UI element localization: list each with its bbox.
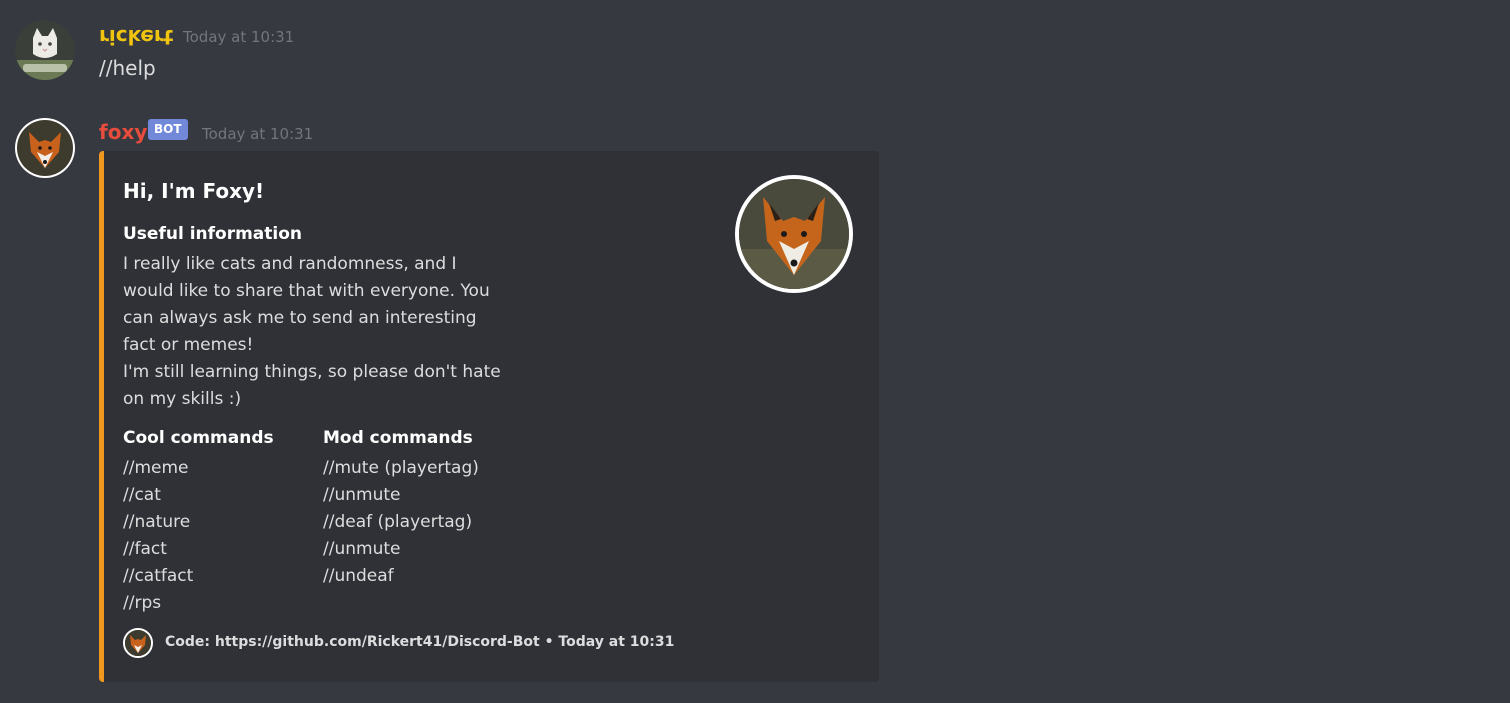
command-item: //undeaf	[323, 566, 394, 586]
description-line: on my skills :)	[123, 389, 242, 409]
description-line: fact or memes!	[123, 335, 254, 355]
command-item: //meme	[123, 458, 189, 478]
embed-title: Hi, I'm Foxy!	[123, 179, 265, 203]
username-foxy[interactable]: foxy	[99, 119, 147, 145]
field-mod-commands: Mod commands	[323, 428, 473, 448]
field-useful-information: Useful information	[123, 224, 303, 244]
fox-avatar[interactable]	[15, 118, 75, 178]
command-item: //deaf (playertag)	[323, 512, 473, 532]
cat-avatar[interactable]	[15, 20, 75, 80]
description-line: I'm still learning things, so please don…	[123, 362, 501, 382]
description-line: I really like cats and randomness, and I	[123, 254, 457, 274]
command-item: //rps	[123, 593, 162, 613]
message-timestamp: Today at 10:31	[183, 28, 295, 46]
command-item: //unmute	[323, 485, 401, 505]
command-item: //cat	[123, 485, 161, 505]
username-rickert[interactable]: rickert	[99, 24, 173, 50]
field-cool-commands: Cool commands	[123, 428, 274, 448]
description-line: can always ask me to send an interesting	[123, 308, 477, 328]
fox-thumbnail[interactable]	[735, 175, 853, 293]
command-item: //nature	[123, 512, 191, 532]
fox-footer-icon	[123, 628, 153, 658]
embed-footer: Code: https://github.com/Rickert41/Disco…	[165, 634, 675, 650]
description-line: would like to share that with everyone. …	[123, 281, 490, 301]
command-item: //mute (playertag)	[323, 458, 479, 478]
bot-badge: BOT	[148, 119, 188, 140]
message-content: //help	[99, 56, 156, 80]
command-item: //unmute	[323, 539, 401, 559]
command-item: //fact	[123, 539, 167, 559]
help-embed: Hi, I'm Foxy! Useful information I reall…	[99, 151, 879, 682]
command-item: //catfact	[123, 566, 194, 586]
message-timestamp: Today at 10:31	[202, 125, 314, 143]
